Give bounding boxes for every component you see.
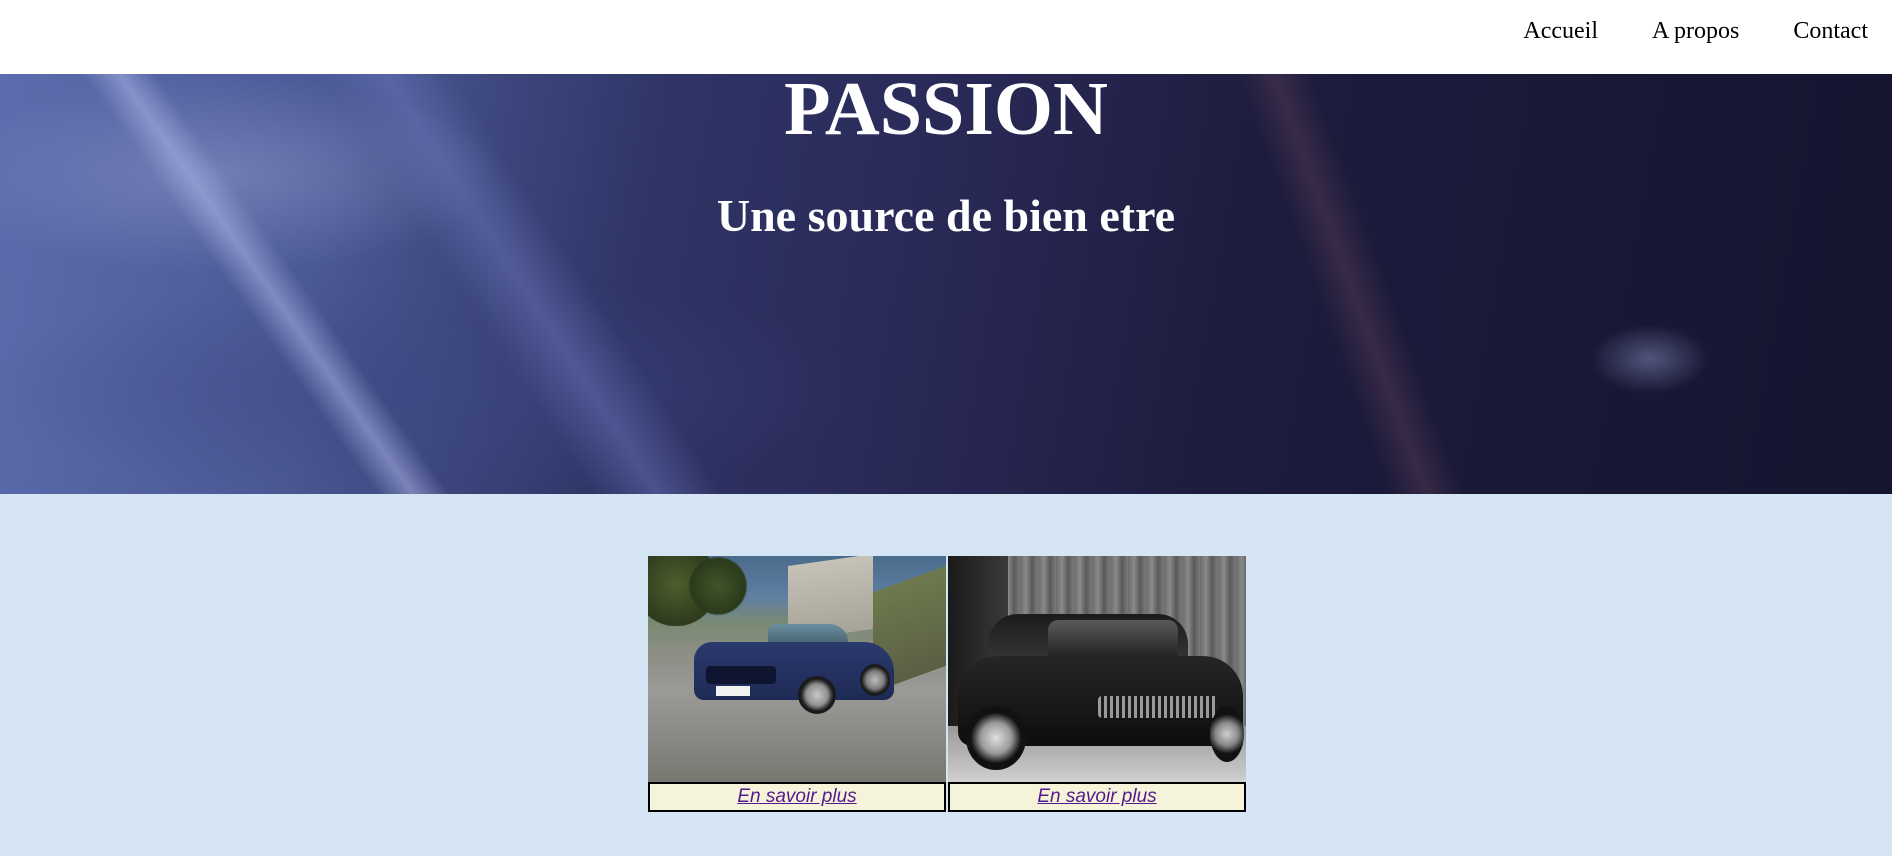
black-sedan-photo [948,556,1246,782]
hero-background-shadow [0,274,860,494]
photo-car-wheel [860,664,890,696]
hero-subtitle: Une source de bien etre [716,190,1176,241]
photo-tree [688,556,748,616]
nav-contact-link[interactable]: Contact [1793,18,1868,45]
card-link-cell: En savoir plus [648,782,946,812]
en-savoir-plus-link[interactable]: En savoir plus [1037,786,1156,807]
blue-convertible-photo [648,556,946,782]
photo-car-windshield [1048,620,1178,658]
photo-car-wheel [966,706,1026,770]
photo-car-grille [706,666,776,684]
photo-car-grille [1098,696,1218,718]
card-link-cell: En savoir plus [948,782,1246,812]
gallery-card: En savoir plus [948,556,1246,812]
photo-car-plate [716,686,750,696]
photo-car-wheel [1210,706,1244,762]
hero-banner: PASSION Une source de bien etre [0,74,1892,494]
main-nav: Accueil A propos Contact [1523,18,1868,45]
nav-a-propos-link[interactable]: A propos [1652,18,1739,45]
photo-car-wheel [798,676,836,714]
top-navigation-bar: Accueil A propos Contact [0,0,1892,74]
car-gallery: En savoir plus En savoir plus [648,556,1246,812]
hero-title: PASSION [784,74,1108,151]
gallery-card: En savoir plus [648,556,946,812]
nav-accueil-link[interactable]: Accueil [1523,18,1598,45]
en-savoir-plus-link[interactable]: En savoir plus [737,786,856,807]
hero-background-light [1590,324,1710,394]
